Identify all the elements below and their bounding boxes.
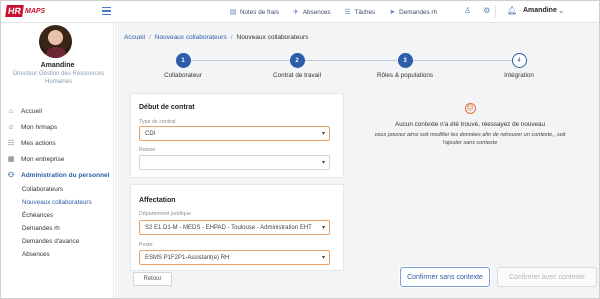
step-label: Intégration	[504, 72, 534, 79]
step-number: 2	[289, 53, 305, 68]
nav-label: Notes de frais	[240, 8, 279, 16]
sidebar: Amandine Directeur Gestion des Ressource…	[1, 23, 114, 298]
top-bar: HR MAPS ▤ Notes de frais ✈ Absences ☰ Tâ…	[1, 1, 599, 23]
contract-start-card: Début de contrat Type de contrat CDI ▾ R…	[130, 93, 344, 178]
sidebar-user-role: Directeur Gestion des Ressources Humaine…	[12, 71, 105, 85]
top-nav: ▤ Notes de frais ✈ Absences ☰ Tâches ➤ D…	[229, 1, 437, 23]
no-context-subtitle: vous pouvez ainsi soit modifier les donn…	[374, 132, 566, 146]
step-label: Rôles & populations	[376, 72, 433, 79]
step-number: 3	[397, 53, 413, 68]
department-select[interactable]: S2 E1 D1-M - MEDS - EHPAD - Toulouse - A…	[139, 220, 330, 235]
building-icon: ▦	[7, 156, 15, 163]
back-button[interactable]: Retour	[133, 272, 172, 286]
sad-face-icon: ☹	[464, 103, 476, 114]
chevron-down-icon: ▾	[321, 225, 325, 231]
submenu-absences[interactable]: Absences	[1, 248, 114, 261]
nav-demandes-rh[interactable]: ➤ Demandes rh	[388, 8, 437, 17]
main-content: Accueil / Nouveaux collaborateurs / Nouv…	[115, 23, 599, 298]
nav-label: Absences	[302, 8, 331, 16]
submenu-echeances[interactable]: Échéances	[1, 209, 114, 222]
avatar	[39, 25, 72, 58]
sidebar-item-administration[interactable]: ⚇ Administration du personnel	[1, 167, 114, 183]
step-collaborateur[interactable]: 1 Collaborateur	[143, 53, 223, 79]
step-contrat[interactable]: 2 Contrat de travail	[257, 53, 337, 79]
step-integration[interactable]: 4 Intégration	[479, 53, 559, 79]
settings-icon[interactable]: ⚙	[483, 6, 490, 15]
submenu-collaborateurs[interactable]: Collaborateurs	[1, 183, 114, 196]
sidebar-item-mes-actions[interactable]: ☷ Mes actions	[1, 135, 114, 151]
people-icon: ⚇	[7, 172, 15, 179]
top-icons: ♙ ⚙	[464, 6, 490, 15]
breadcrumb-section[interactable]: Nouveaux collaborateurs	[155, 34, 227, 41]
hrmaps-logo[interactable]: HR MAPS	[5, 4, 46, 18]
poste-label: Poste	[139, 242, 153, 248]
sidebar-menu: ⌂ Accueil ☺ Mon hrmaps ☷ Mes actions ▦ M…	[1, 103, 114, 261]
chevron-down-icon: ▾	[321, 131, 325, 137]
nav-notes-de-frais[interactable]: ▤ Notes de frais	[229, 8, 279, 17]
home-icon: ⌂	[8, 107, 14, 115]
sidebar-item-label: Mon entreprise	[21, 155, 65, 163]
confirm-with-context-button[interactable]: Confirmer avec contexte	[497, 267, 597, 287]
sidebar-item-label: Accueil	[21, 107, 42, 115]
stepper: 1 Collaborateur 2 Contrat de travail 3 R…	[115, 53, 599, 93]
sidebar-item-label: Mon hrmaps	[21, 123, 58, 131]
sidebar-item-mon-entreprise[interactable]: ▦ Mon entreprise	[1, 151, 114, 167]
breadcrumb-current: Nouveaux collaborateurs	[236, 34, 309, 41]
bell-icon[interactable]: 🔔︎	[507, 6, 517, 15]
breadcrumb-home[interactable]: Accueil	[124, 34, 145, 41]
chevron-down-icon: ▾	[321, 160, 325, 166]
sidebar-item-label: Mes actions	[21, 139, 56, 147]
breadcrumb-separator: /	[148, 34, 151, 41]
sidebar-item-accueil[interactable]: ⌂ Accueil	[1, 103, 114, 119]
reason-select[interactable]: ▾	[139, 155, 330, 170]
breadcrumb: Accueil / Nouveaux collaborateurs / Nouv…	[124, 34, 308, 41]
tasks-icon: ☰	[344, 9, 351, 16]
sidebar-item-mon-hrmaps[interactable]: ☺ Mon hrmaps	[1, 119, 114, 135]
user-menu-name[interactable]: Amandine	[523, 7, 557, 14]
submenu-nouveaux-collaborateurs[interactable]: Nouveaux collaborateurs	[1, 196, 114, 209]
step-number: 1	[175, 53, 191, 68]
step-number: 4	[511, 53, 527, 68]
contract-type-label: Type de contrat	[139, 119, 176, 125]
sidebar-user-name: Amandine	[40, 62, 75, 69]
logo-maps: MAPS	[25, 7, 46, 15]
select-value: CDI	[145, 130, 156, 137]
step-roles[interactable]: 3 Rôles & populations	[365, 53, 445, 79]
plane-icon: ✈	[292, 9, 299, 16]
poste-select[interactable]: ESMS P1F2P1-Assistant(e) RH ▾	[139, 250, 330, 265]
chevron-down-icon[interactable]: ⌄	[558, 6, 565, 15]
divider	[495, 5, 496, 18]
actions-icon: ☷	[7, 140, 15, 147]
chevron-down-icon: ▾	[321, 255, 325, 261]
select-value: S2 E1 D1-M - MEDS - EHPAD - Toulouse - A…	[145, 224, 312, 231]
card-title: Début de contrat	[139, 104, 195, 111]
reason-label: Raison	[139, 147, 156, 153]
department-label: Département juridique	[139, 211, 192, 217]
nav-label: Tâches	[354, 8, 376, 16]
card-title: Affectation	[139, 197, 176, 204]
logo-hr: HR	[5, 5, 24, 17]
receipt-icon: ▤	[229, 9, 237, 16]
app-window: HR MAPS ▤ Notes de frais ✈ Absences ☰ Tâ…	[0, 0, 600, 299]
no-context-title: Aucun contexte n'a été trouvé, réessayez…	[395, 121, 545, 128]
profile-icon[interactable]: ♙	[464, 6, 471, 15]
step-label: Contrat de travail	[273, 72, 321, 79]
select-value: ESMS P1F2P1-Assistant(e) RH	[145, 254, 230, 261]
sidebar-item-label: Administration du personnel	[21, 171, 110, 179]
submenu-demandes-rh[interactable]: Demandes rh	[1, 222, 114, 235]
affectation-card: Affectation Département juridique S2 E1 …	[130, 184, 344, 271]
submenu-demandes-avance[interactable]: Demandes d'avance	[1, 235, 114, 248]
confirm-without-context-button[interactable]: Confirmer sans contexte	[400, 267, 490, 287]
step-label: Collaborateur	[164, 72, 202, 79]
nav-taches[interactable]: ☰ Tâches	[344, 8, 376, 17]
user-icon: ☺	[7, 123, 15, 131]
hamburger-menu-icon[interactable]	[102, 7, 111, 15]
breadcrumb-separator: /	[230, 34, 233, 41]
contract-type-select[interactable]: CDI ▾	[139, 126, 330, 141]
nav-label: Demandes rh	[399, 8, 437, 16]
send-icon: ➤	[389, 9, 396, 16]
nav-absences[interactable]: ✈ Absences	[292, 8, 331, 17]
no-context-message: ☹ Aucun contexte n'a été trouvé, réessay…	[370, 103, 570, 147]
